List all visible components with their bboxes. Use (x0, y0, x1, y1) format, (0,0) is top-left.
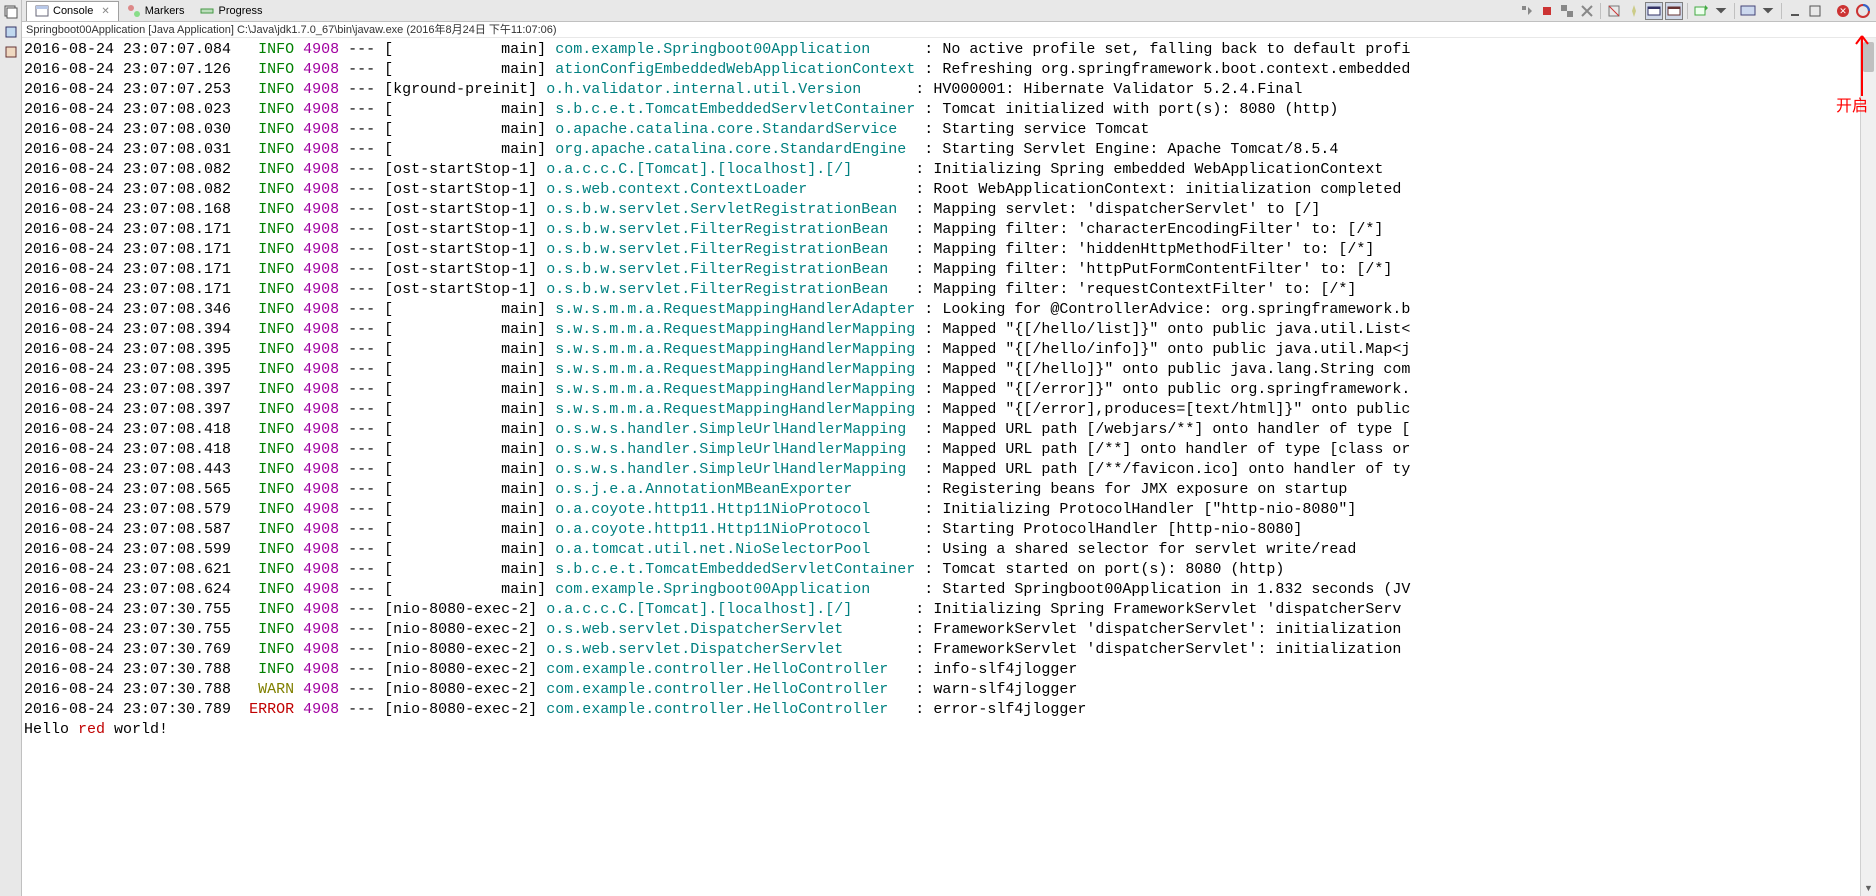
clear-console-icon[interactable] (1605, 2, 1623, 20)
log-line: 2016-08-24 23:07:08.565 INFO 4908 --- [ … (24, 480, 1874, 500)
log-line: 2016-08-24 23:07:08.395 INFO 4908 --- [ … (24, 340, 1874, 360)
tab-console[interactable]: Console ✕ (26, 1, 119, 21)
gutter-icon-3[interactable] (3, 44, 19, 60)
log-line: 2016-08-24 23:07:08.395 INFO 4908 --- [ … (24, 360, 1874, 380)
left-gutter (0, 0, 22, 896)
log-line: 2016-08-24 23:07:08.443 INFO 4908 --- [ … (24, 460, 1874, 480)
show-on-stdout-icon[interactable] (1645, 2, 1663, 20)
tab-close-icon[interactable]: ✕ (101, 6, 109, 17)
tab-progress[interactable]: Progress (192, 1, 270, 21)
log-line: 2016-08-24 23:07:08.599 INFO 4908 --- [ … (24, 540, 1874, 560)
log-line: 2016-08-24 23:07:08.397 INFO 4908 --- [ … (24, 400, 1874, 420)
console-icon (35, 4, 49, 18)
tab-label: Progress (218, 5, 262, 17)
scrollbar-thumb[interactable] (1863, 42, 1874, 72)
log-line: 2016-08-24 23:07:08.397 INFO 4908 --- [ … (24, 380, 1874, 400)
log-line: 2016-08-24 23:07:08.621 INFO 4908 --- [ … (24, 560, 1874, 580)
tab-label: Markers (145, 5, 185, 17)
separator (1687, 3, 1688, 19)
log-line: 2016-08-24 23:07:08.624 INFO 4908 --- [ … (24, 580, 1874, 600)
log-line: 2016-08-24 23:07:08.030 INFO 4908 --- [ … (24, 120, 1874, 140)
show-on-stderr-icon[interactable] (1665, 2, 1683, 20)
vertical-scrollbar[interactable]: ▲ ▼ (1860, 38, 1876, 896)
console-toolbar: ✕ (1518, 2, 1872, 20)
log-line: 2016-08-24 23:07:30.788 WARN 4908 --- [n… (24, 680, 1874, 700)
log-line: 2016-08-24 23:07:08.031 INFO 4908 --- [ … (24, 140, 1874, 160)
minimize-icon[interactable] (1786, 2, 1804, 20)
pin-console-icon[interactable] (1625, 2, 1643, 20)
separator (1600, 3, 1601, 19)
log-line: 2016-08-24 23:07:08.346 INFO 4908 --- [ … (24, 300, 1874, 320)
log-line: 2016-08-24 23:07:08.082 INFO 4908 --- [o… (24, 160, 1874, 180)
log-line: 2016-08-24 23:07:30.789 ERROR 4908 --- [… (24, 700, 1874, 720)
progress-icon (200, 4, 214, 18)
log-line: 2016-08-24 23:07:08.023 INFO 4908 --- [ … (24, 100, 1874, 120)
log-line: 2016-08-24 23:07:08.418 INFO 4908 --- [ … (24, 420, 1874, 440)
display-console-dropdown-icon[interactable] (1759, 2, 1777, 20)
launch-title: Springboot00Application [Java Applicatio… (22, 22, 1876, 38)
terminate-all-icon[interactable] (1558, 2, 1576, 20)
log-line: 2016-08-24 23:07:30.755 INFO 4908 --- [n… (24, 600, 1874, 620)
log-line: 2016-08-24 23:07:08.418 INFO 4908 --- [ … (24, 440, 1874, 460)
log-line: 2016-08-24 23:07:08.579 INFO 4908 --- [ … (24, 500, 1874, 520)
open-console-dropdown-icon[interactable] (1712, 2, 1730, 20)
log-line: 2016-08-24 23:07:08.171 INFO 4908 --- [o… (24, 240, 1874, 260)
ext-icon-2[interactable] (1854, 2, 1872, 20)
restore-icon[interactable] (3, 4, 19, 20)
log-line: 2016-08-24 23:07:08.171 INFO 4908 --- [o… (24, 220, 1874, 240)
log-line: 2016-08-24 23:07:30.769 INFO 4908 --- [n… (24, 640, 1874, 660)
log-line: 2016-08-24 23:07:08.171 INFO 4908 --- [o… (24, 280, 1874, 300)
open-console-icon[interactable] (1692, 2, 1710, 20)
svg-text:✕: ✕ (1839, 6, 1847, 16)
terminate-icon[interactable] (1538, 2, 1556, 20)
terminate-relaunch-icon[interactable] (1518, 2, 1536, 20)
log-line-final: Hello red world! (24, 720, 1874, 740)
log-line: 2016-08-24 23:07:08.168 INFO 4908 --- [o… (24, 200, 1874, 220)
remove-launch-icon[interactable] (1578, 2, 1596, 20)
log-line: 2016-08-24 23:07:07.126 INFO 4908 --- [ … (24, 60, 1874, 80)
separator (1734, 3, 1735, 19)
maximize-icon[interactable] (1806, 2, 1824, 20)
scroll-down-icon[interactable]: ▼ (1861, 880, 1876, 896)
log-line: 2016-08-24 23:07:08.394 INFO 4908 --- [ … (24, 320, 1874, 340)
log-line: 2016-08-24 23:07:07.253 INFO 4908 --- [k… (24, 80, 1874, 100)
log-line: 2016-08-24 23:07:08.171 INFO 4908 --- [o… (24, 260, 1874, 280)
log-line: 2016-08-24 23:07:30.788 INFO 4908 --- [n… (24, 660, 1874, 680)
tab-markers[interactable]: Markers (119, 1, 193, 21)
log-line: 2016-08-24 23:07:08.082 INFO 4908 --- [o… (24, 180, 1874, 200)
tab-label: Console (53, 5, 93, 17)
console-output[interactable]: 2016-08-24 23:07:07.084 INFO 4908 --- [ … (22, 38, 1876, 896)
log-line: 2016-08-24 23:07:08.587 INFO 4908 --- [ … (24, 520, 1874, 540)
log-line: 2016-08-24 23:07:07.084 INFO 4908 --- [ … (24, 40, 1874, 60)
tabbar: Console ✕ Markers Progress (22, 0, 1876, 22)
display-console-icon[interactable] (1739, 2, 1757, 20)
gutter-icon-2[interactable] (3, 24, 19, 40)
separator (1781, 3, 1782, 19)
log-line: 2016-08-24 23:07:30.755 INFO 4908 --- [n… (24, 620, 1874, 640)
ext-icon-1[interactable]: ✕ (1834, 2, 1852, 20)
markers-icon (127, 4, 141, 18)
